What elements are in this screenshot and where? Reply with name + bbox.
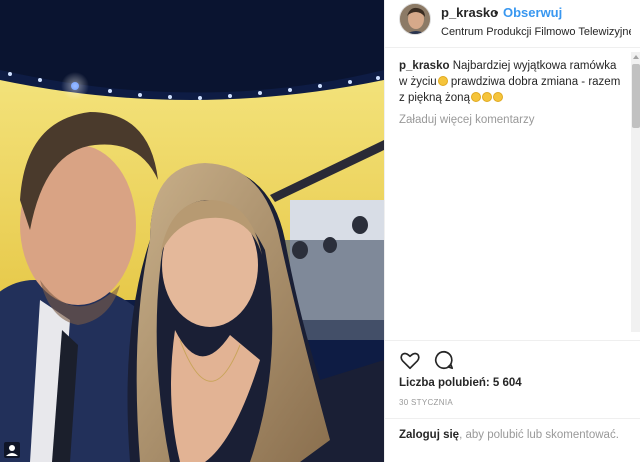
- comments-scrollbar[interactable]: [631, 52, 640, 332]
- post-header: p_krasko • Obserwuj Centrum Produkcji Fi…: [385, 0, 640, 48]
- login-link[interactable]: Zaloguj się: [399, 429, 459, 441]
- smile-emoji-icon: [492, 92, 503, 102]
- post-location[interactable]: Centrum Produkcji Filmowo Telewizyjnej .…: [441, 26, 631, 38]
- scroll-up-arrow-icon[interactable]: [631, 52, 640, 62]
- post-date[interactable]: 30 STYCZNIA: [399, 398, 453, 407]
- smile-emoji-icon: [470, 92, 481, 102]
- load-more-comments-link[interactable]: Załaduj więcej komentarzy: [399, 114, 625, 126]
- post-username[interactable]: p_krasko: [441, 5, 498, 20]
- scrollbar-thumb[interactable]: [632, 64, 640, 128]
- caption-username[interactable]: p_krasko: [399, 60, 450, 72]
- smile-emoji-icon: [481, 92, 492, 102]
- login-prompt-text: Zaloguj się, aby polubić lub skomentować…: [399, 427, 629, 443]
- post-side-panel: p_krasko • Obserwuj Centrum Produkcji Fi…: [384, 0, 640, 462]
- user-tag-icon[interactable]: [4, 442, 20, 458]
- login-prompt-rest: , aby polubić lub skomentować.: [459, 429, 619, 441]
- avatar[interactable]: [399, 3, 431, 35]
- likes-count[interactable]: Liczba polubień: 5 604: [399, 377, 522, 389]
- post-caption: p_krasko Najbardziej wyjątkowa ramówka w…: [399, 58, 625, 106]
- smile-emoji-icon: [437, 76, 448, 86]
- comments-section: p_krasko Najbardziej wyjątkowa ramówka w…: [399, 58, 625, 126]
- login-prompt: Zaloguj się, aby polubić lub skomentować…: [385, 418, 640, 462]
- heart-icon[interactable]: [399, 349, 421, 371]
- post-photo[interactable]: [0, 0, 384, 462]
- action-icons: [399, 349, 463, 371]
- separator-dot: •: [494, 5, 499, 20]
- post-actions: Liczba polubień: 5 604 30 STYCZNIA: [385, 340, 640, 407]
- comment-icon[interactable]: [433, 349, 455, 371]
- follow-button[interactable]: Obserwuj: [503, 5, 562, 20]
